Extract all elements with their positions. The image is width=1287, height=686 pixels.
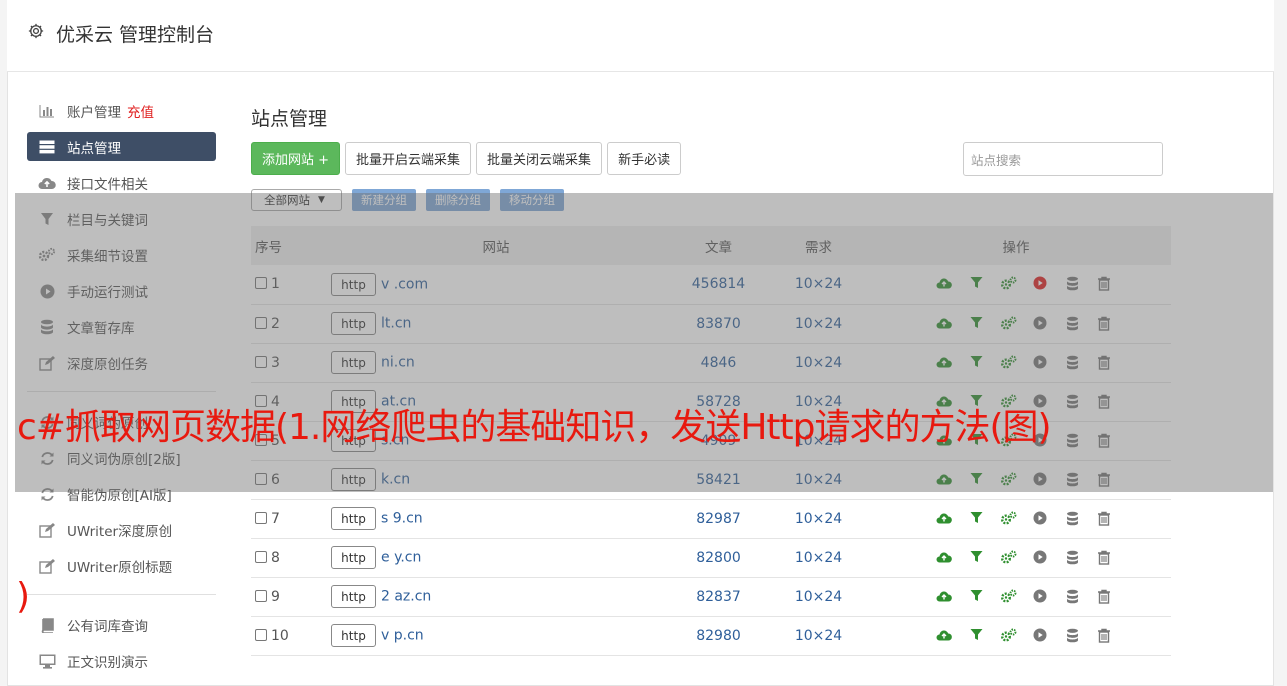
article-count[interactable]: 82987 [661,499,776,538]
run-icon[interactable] [1032,550,1048,566]
row-number-cell: 8 [251,538,331,577]
row-checkbox[interactable] [255,550,267,563]
batch-open-cloud-button[interactable]: 批量开启云端采集 [345,142,472,175]
site-cell: http v p.cn [331,616,661,655]
sidebar-item-label: UWriter原创标题 [67,560,173,576]
beginner-guide-button[interactable]: 新手必读 [607,142,682,175]
protocol-badge: http [331,546,376,569]
monitor-icon [38,653,56,669]
add-site-button[interactable]: 添加网站 + [251,142,341,175]
gear-icon [28,23,44,39]
trash-icon[interactable] [1096,550,1112,566]
server-list-icon [38,139,56,155]
page-title: 站点管理 [251,108,328,130]
cloud-collect-icon[interactable] [936,589,952,605]
overlay-caption: c#抓取网页数据(1.网络爬虫的基础知识，发送Http请求的方法(图) [17,407,1052,448]
row-number: 8 [271,549,280,566]
row-checkbox[interactable] [255,589,267,602]
cloud-upload-icon [38,175,56,191]
article-count[interactable]: 82800 [661,538,776,577]
database-icon[interactable] [1064,511,1080,527]
sidebar-item-1[interactable]: 公有词库查询 [27,607,216,643]
settings-gears-icon[interactable] [1000,589,1017,605]
filter-icon[interactable] [968,550,984,566]
site-search-input[interactable]: 站点搜索 [963,142,1163,176]
filter-icon[interactable] [968,589,984,605]
table-row: 9 http 2 az.cn 82837 10×24 [251,577,1171,616]
sidebar-item-2[interactable]: 正文识别演示 [27,643,216,679]
article-count[interactable]: 82980 [661,616,776,655]
site-cell: http e y.cn [331,538,661,577]
site-domain-link[interactable]: 2 az.cn [381,589,431,605]
sidebar-item-5[interactable]: UWriter原创标题 [27,548,216,584]
settings-gears-icon[interactable] [1000,511,1017,527]
site-cell: http s 9.cn [331,499,661,538]
table-row: 10 http v p.cn 82980 10×24 [251,616,1171,655]
site-domain-link[interactable]: e y.cn [381,550,421,566]
filter-icon[interactable] [968,511,984,527]
database-icon[interactable] [1064,628,1080,644]
sidebar-item-label: UWriter深度原创 [67,524,173,540]
edit-icon [38,558,56,574]
row-number: 7 [271,510,280,527]
sidebar-item-label: 接口文件相关 [67,177,148,193]
sidebar-item-1[interactable]: 账户管理 充值 [27,93,216,129]
database-icon[interactable] [1064,550,1080,566]
row-checkbox[interactable] [255,628,267,641]
table-row: 7 http s 9.cn 82987 10×24 [251,499,1171,538]
sidebar-item-label: 正文识别演示 [67,655,148,671]
app-title: 优采云 管理控制台 [56,24,215,46]
article-count[interactable]: 82837 [661,577,776,616]
overlay-caption-tail: ) [16,576,31,617]
cloud-collect-icon[interactable] [936,628,952,644]
ops-cell [861,577,1171,616]
bar-chart-icon [38,103,56,119]
trash-icon[interactable] [1096,589,1112,605]
toolbar: 添加网站 + 批量开启云端采集 批量关闭云端采集 新手必读 [251,142,682,175]
site-domain-link[interactable]: s 9.cn [381,511,423,527]
filter-icon[interactable] [968,628,984,644]
book-icon [38,617,56,633]
demand-value[interactable]: 10×24 [776,616,861,655]
row-number-cell: 10 [251,616,331,655]
site-cell: http 2 az.cn [331,577,661,616]
run-icon[interactable] [1032,511,1048,527]
protocol-badge: http [331,585,376,608]
row-checkbox[interactable] [255,511,267,524]
protocol-badge: http [331,507,376,530]
run-icon[interactable] [1032,628,1048,644]
sidebar-item-label: 公有词库查询 [67,619,148,635]
run-icon[interactable] [1032,589,1048,605]
recharge-link[interactable]: 充值 [127,101,154,121]
row-number: 9 [271,588,280,605]
settings-gears-icon[interactable] [1000,550,1017,566]
demand-value[interactable]: 10×24 [776,577,861,616]
table-row: 8 http e y.cn 82800 10×24 [251,538,1171,577]
ops-cell [861,616,1171,655]
ops-cell [861,538,1171,577]
demand-value[interactable]: 10×24 [776,538,861,577]
sidebar-item-2[interactable]: 站点管理 [27,132,216,161]
sidebar-divider [27,594,216,595]
top-bar: 优采云 管理控制台 [7,0,1274,72]
cloud-collect-icon[interactable] [936,511,952,527]
database-icon[interactable] [1064,589,1080,605]
ops-cell [861,499,1171,538]
site-domain-link[interactable]: v p.cn [381,628,424,644]
sidebar-item-4[interactable]: UWriter深度原创 [27,512,216,548]
demand-value[interactable]: 10×24 [776,499,861,538]
sidebar-item-label: 站点管理 [67,140,121,157]
row-number-cell: 7 [251,499,331,538]
trash-icon[interactable] [1096,628,1112,644]
edit-icon [38,522,56,538]
sidebar-item-label: 账户管理 [67,105,121,121]
row-number-cell: 9 [251,577,331,616]
cloud-collect-icon[interactable] [936,550,952,566]
trash-icon[interactable] [1096,511,1112,527]
batch-close-cloud-button[interactable]: 批量关闭云端采集 [476,142,603,175]
row-number: 10 [271,627,289,644]
protocol-badge: http [331,624,376,647]
settings-gears-icon[interactable] [1000,628,1017,644]
